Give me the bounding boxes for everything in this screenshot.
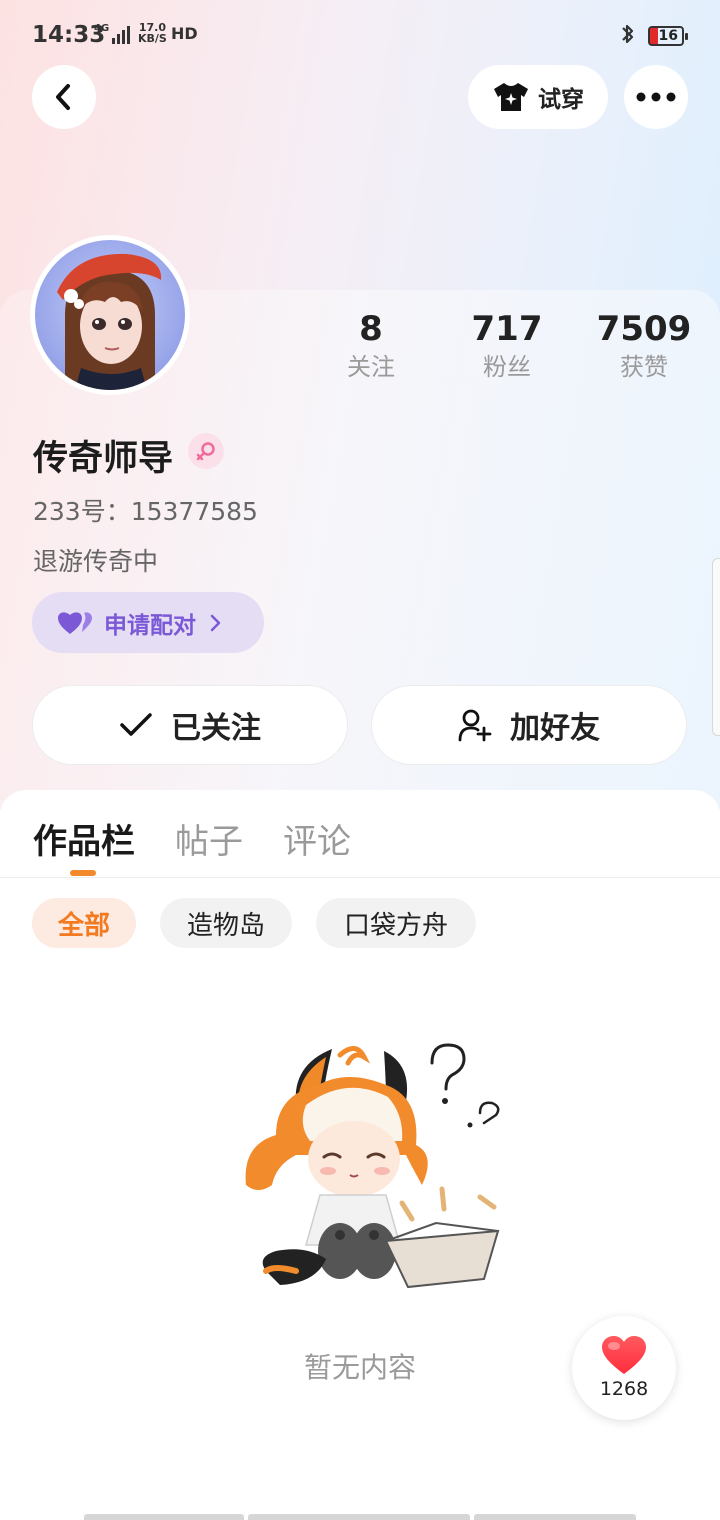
try-on-button[interactable]: 试穿 bbox=[468, 65, 608, 129]
stat-label: 关注 bbox=[347, 353, 395, 381]
empty-state-illustration bbox=[245, 1043, 500, 1289]
more-options-button[interactable] bbox=[624, 65, 688, 129]
username: 传奇师导 bbox=[33, 439, 174, 479]
stat-following[interactable]: 8 关注 bbox=[311, 308, 431, 384]
chevron-left-icon bbox=[56, 84, 70, 110]
stat-label: 获赞 bbox=[620, 353, 668, 381]
add-friend-button[interactable]: 加好友 bbox=[371, 685, 687, 765]
stat-label: 粉丝 bbox=[483, 353, 531, 381]
hd-badge: HD bbox=[171, 24, 198, 43]
user-id: 233号：15377585 bbox=[33, 497, 258, 526]
user-bio: 退游传奇中 bbox=[33, 547, 159, 576]
network-speed: 17.0 KB/S bbox=[138, 22, 167, 44]
bottom-nav-placeholder bbox=[84, 1514, 636, 1520]
filter-creation-island[interactable]: 造物岛 bbox=[160, 898, 292, 948]
stat-value: 8 bbox=[359, 309, 383, 349]
battery-indicator: 16 bbox=[648, 26, 688, 46]
stat-likes[interactable]: 7509 获赞 bbox=[584, 308, 704, 384]
stat-value: 7509 bbox=[596, 309, 692, 349]
back-button[interactable] bbox=[32, 65, 96, 129]
more-dots-icon bbox=[636, 92, 676, 102]
speed-unit: KB/S bbox=[138, 32, 167, 45]
bluetooth-icon bbox=[620, 22, 636, 52]
tab-indicator bbox=[70, 870, 96, 876]
tab-works[interactable]: 作品栏 bbox=[33, 814, 135, 863]
tab-posts[interactable]: 帖子 bbox=[175, 814, 243, 863]
female-gender-icon bbox=[188, 433, 224, 469]
like-button[interactable]: 1268 bbox=[572, 1316, 676, 1420]
stat-value: 717 bbox=[471, 309, 543, 349]
stat-followers[interactable]: 717 粉丝 bbox=[447, 308, 567, 384]
followed-label: 已关注 bbox=[171, 711, 261, 746]
try-on-label: 试穿 bbox=[538, 87, 584, 113]
like-count: 1268 bbox=[599, 1378, 649, 1400]
status-bar: 14:33 4G 17.0 KB/S HD 16 bbox=[0, 0, 720, 70]
heart-icon bbox=[602, 1336, 646, 1374]
add-user-icon bbox=[458, 709, 492, 742]
side-drawer-handle[interactable] bbox=[712, 558, 720, 736]
signal-icon bbox=[112, 26, 130, 44]
filter-pocket-ark[interactable]: 口袋方舟 bbox=[316, 898, 476, 948]
tab-comments[interactable]: 评论 bbox=[283, 814, 351, 863]
followed-button[interactable]: 已关注 bbox=[32, 685, 348, 765]
filter-all[interactable]: 全部 bbox=[32, 898, 136, 948]
chevron-right-icon bbox=[210, 614, 221, 631]
request-pair-label: 申请配对 bbox=[104, 612, 196, 639]
add-friend-label: 加好友 bbox=[510, 711, 600, 746]
network-type: 4G bbox=[94, 23, 110, 34]
hearts-icon bbox=[58, 611, 92, 634]
tshirt-icon bbox=[494, 83, 528, 111]
checkmark-icon bbox=[120, 713, 152, 736]
profile-stats: 8 关注 717 粉丝 7509 获赞 bbox=[0, 308, 720, 398]
content-tabs: 作品栏 帖子 评论 bbox=[0, 790, 720, 878]
request-pair-button[interactable]: 申请配对 bbox=[32, 592, 264, 653]
